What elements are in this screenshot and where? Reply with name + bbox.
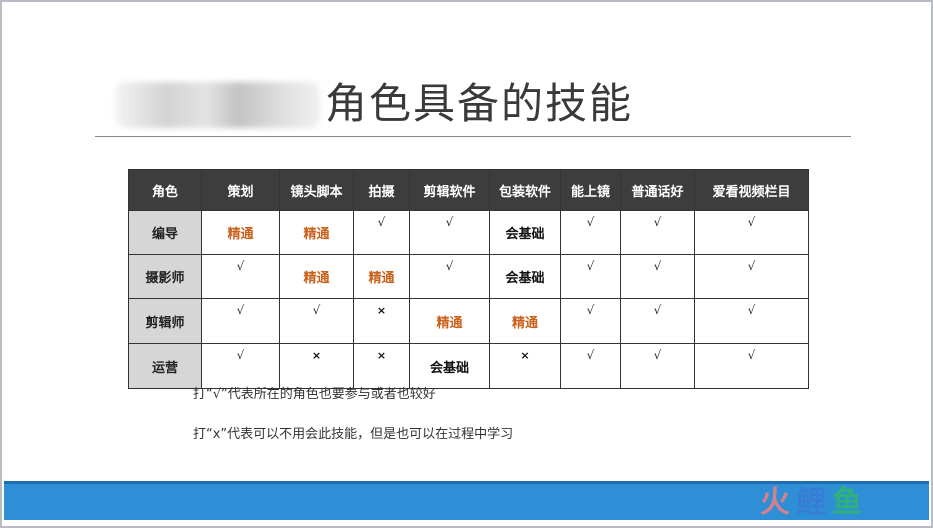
check-mark: √	[236, 303, 245, 317]
skill-cell: √	[694, 210, 809, 255]
skill-cell: 精通	[409, 298, 490, 344]
skill-cell: 精通	[353, 254, 410, 299]
skill-cell: 会基础	[489, 254, 561, 299]
skills-table: 角色 策划 镜头脚本 拍摄 剪辑软件 包装软件 能上镜 普通话好 爱看视频栏目 编导 精通 精通 √ √…	[128, 169, 809, 389]
skill-cell: 会基础	[489, 210, 561, 255]
role-cell: 编导	[128, 210, 202, 255]
check-mark: √	[653, 215, 662, 229]
check-mark: √	[747, 215, 756, 229]
skill-cell: 精通	[279, 254, 354, 299]
check-mark: √	[747, 303, 756, 317]
skill-cell: ×	[353, 343, 410, 389]
check-mark: √	[747, 348, 756, 362]
check-mark: √	[445, 259, 454, 273]
table-row: 摄影师 √ 精通 精通 √ 会基础 √ √ √	[128, 254, 809, 299]
logo-char: 火	[760, 485, 790, 520]
skill-level-expert: 精通	[227, 227, 254, 242]
skill-cell: 会基础	[409, 343, 490, 389]
blurred-title-prefix	[115, 82, 320, 128]
check-mark: √	[586, 348, 595, 362]
skill-cell: √	[620, 298, 695, 344]
skill-cell: √	[560, 254, 621, 299]
skill-level-expert: 精通	[303, 227, 330, 242]
skill-cell: √	[560, 298, 621, 344]
logo-char: 鱼	[832, 485, 862, 520]
skill-cell: √	[694, 343, 809, 389]
column-header: 剪辑软件	[409, 169, 490, 211]
check-mark: √	[747, 259, 756, 273]
column-header: 爱看视频栏目	[694, 169, 809, 211]
skill-level-expert: 精通	[368, 271, 395, 286]
title-area: 角色具备的技能	[95, 78, 851, 134]
check-mark: √	[236, 348, 245, 362]
check-mark: √	[586, 215, 595, 229]
check-mark: √	[586, 259, 595, 273]
check-mark: √	[586, 303, 595, 317]
skill-level-basic: 会基础	[505, 271, 545, 286]
skill-cell: √	[201, 254, 280, 299]
skill-cell: √	[620, 254, 695, 299]
skill-cell: ×	[353, 298, 410, 344]
cross-mark: ×	[520, 349, 530, 362]
column-header: 能上镜	[560, 169, 621, 211]
role-cell: 摄影师	[128, 254, 202, 299]
cross-mark: ×	[376, 304, 387, 317]
check-mark: √	[653, 348, 662, 362]
title-underline	[95, 136, 851, 137]
slide-title: 角色具备的技能	[325, 79, 634, 128]
cross-mark: ×	[376, 349, 387, 362]
note-cross: 打“x”代表可以不用会此技能，但是也可以在过程中学习	[193, 427, 514, 442]
column-header: 镜头脚本	[279, 169, 354, 211]
table-row: 编导 精通 精通 √ √ 会基础 √ √ √	[128, 210, 809, 255]
skill-cell: √	[560, 210, 621, 255]
column-header: 策划	[201, 169, 280, 211]
skill-cell: √	[560, 343, 621, 389]
skill-level-expert: 精通	[436, 315, 463, 331]
skill-level-basic: 会基础	[505, 227, 545, 242]
skill-cell: √	[201, 298, 280, 344]
skill-cell: 精通	[279, 210, 354, 255]
skill-cell: √	[201, 343, 280, 389]
skill-cell: √	[409, 210, 490, 255]
check-mark: √	[445, 215, 454, 229]
skill-cell: √	[409, 254, 490, 299]
role-cell: 剪辑师	[128, 298, 202, 344]
skill-cell: √	[694, 254, 809, 299]
column-header: 包装软件	[489, 169, 561, 211]
column-header: 普通话好	[620, 169, 695, 211]
table-row: 剪辑师 √ √ × 精通 精通 √ √ √	[128, 298, 809, 344]
check-mark: √	[236, 259, 245, 273]
check-mark: √	[312, 303, 321, 317]
column-header: 拍摄	[353, 169, 410, 211]
watermark-logo: 火鲤鱼	[760, 486, 920, 520]
skill-cell: ×	[489, 343, 561, 389]
skill-cell: √	[694, 298, 809, 344]
table-header-row: 角色 策划 镜头脚本 拍摄 剪辑软件 包装软件 能上镜 普通话好 爱看视频栏目	[128, 169, 809, 211]
skill-cell: √	[620, 210, 695, 255]
skill-cell: 精通	[201, 210, 280, 255]
skill-cell: 精通	[489, 298, 561, 344]
logo-char: 鲤	[796, 485, 826, 520]
check-mark: √	[653, 259, 662, 273]
skill-cell: √	[353, 210, 410, 255]
check-mark: √	[653, 303, 662, 317]
skill-level-expert: 精通	[303, 271, 330, 286]
skill-cell: √	[620, 343, 695, 389]
skill-cell: ×	[279, 343, 354, 389]
check-mark: √	[377, 215, 386, 229]
table-row: 运营 √ × × 会基础 × √ √ √	[128, 343, 809, 389]
note-check: 打“√”代表所在的角色也要参与或者也较好	[193, 387, 436, 402]
skill-level-expert: 精通	[511, 315, 538, 331]
skill-level-basic: 会基础	[429, 360, 469, 376]
role-cell: 运营	[128, 343, 202, 389]
cross-mark: ×	[311, 349, 322, 362]
column-header: 角色	[128, 169, 202, 211]
skill-cell: √	[279, 298, 354, 344]
